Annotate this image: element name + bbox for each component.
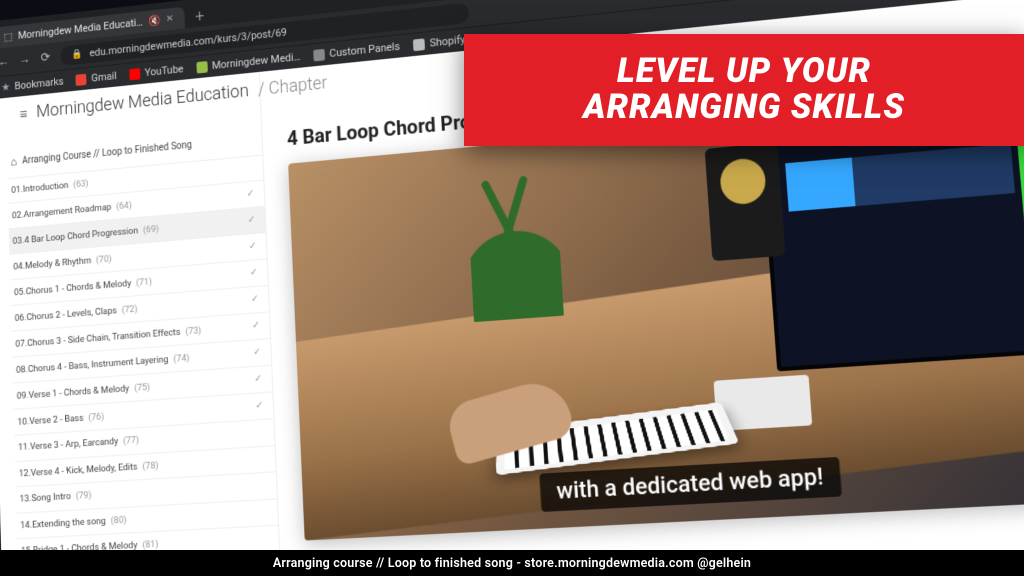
check-icon: ✓ xyxy=(247,189,255,201)
bookmark-favicon xyxy=(196,61,207,74)
lesson-sidebar: ⌂ Arranging Course // Loop to Finished S… xyxy=(0,72,283,576)
bookmark-label: YouTube xyxy=(144,63,183,79)
lock-icon: 🔒 xyxy=(71,48,82,59)
lesson-count: (76) xyxy=(88,411,104,423)
bookmark-item[interactable]: YouTube xyxy=(129,63,184,81)
bookmark-label: Bookmarks xyxy=(14,75,63,92)
breadcrumb-text: Arranging Course // Loop to Finished Son… xyxy=(22,140,192,167)
bookmark-favicon xyxy=(313,48,325,61)
tab-mute-icon[interactable]: 🔇 xyxy=(148,14,161,28)
check-icon: ✓ xyxy=(250,267,258,279)
lesson-video[interactable]: with a dedicated web app! xyxy=(288,92,1024,541)
tab-close-icon[interactable]: ✕ xyxy=(166,14,174,25)
lesson-count: (70) xyxy=(96,253,112,265)
new-tab-button[interactable]: ＋ xyxy=(188,5,212,28)
bookmark-label: Shopify xyxy=(429,33,465,49)
bookmark-favicon xyxy=(76,73,87,85)
bookmark-label: Gmail xyxy=(91,70,117,85)
lesson-count: (74) xyxy=(173,352,189,364)
check-icon: ✓ xyxy=(248,215,256,227)
video-plant xyxy=(466,155,565,323)
check-icon: ✓ xyxy=(249,241,257,253)
bookmark-item[interactable]: Shopify xyxy=(413,33,466,51)
lesson-count: (73) xyxy=(185,325,201,337)
lesson-count: (63) xyxy=(73,178,89,190)
bookmark-favicon xyxy=(129,68,140,80)
lesson-count: (80) xyxy=(111,514,127,526)
video-speaker xyxy=(705,142,786,261)
lesson-count: (79) xyxy=(76,490,92,502)
video-daw-screen xyxy=(761,114,1024,372)
bookmarks-star-icon: ★ xyxy=(1,81,10,94)
forward-icon[interactable]: → xyxy=(18,52,31,66)
check-icon: ✓ xyxy=(254,374,262,386)
bookmark-label: Custom Panels xyxy=(329,40,400,60)
reload-icon[interactable]: ⟳ xyxy=(39,50,52,64)
lesson-count: (71) xyxy=(136,276,152,288)
bookmark-item[interactable]: Gmail xyxy=(76,70,117,86)
banner-line1: Level up your xyxy=(617,54,871,90)
bookmark-item[interactable]: ★ Bookmarks xyxy=(1,75,63,94)
lesson-count: (72) xyxy=(122,304,138,316)
bookmark-favicon xyxy=(413,38,425,51)
lesson-count: (77) xyxy=(123,435,139,447)
promo-banner: Level up your arranging skills xyxy=(464,34,1024,146)
lesson-count: (78) xyxy=(142,460,158,472)
tab-favicon: ⬚ xyxy=(3,30,12,43)
back-icon[interactable]: ← xyxy=(0,55,10,69)
home-icon[interactable]: ⌂ xyxy=(10,155,17,169)
lesson-count: (75) xyxy=(134,382,150,394)
check-icon: ✓ xyxy=(253,347,261,359)
check-icon: ✓ xyxy=(255,400,263,412)
lesson-count: (69) xyxy=(143,223,159,235)
banner-line2: arranging skills xyxy=(583,90,905,126)
lesson-count: (64) xyxy=(116,200,132,212)
lesson-count: (81) xyxy=(142,539,158,551)
menu-icon[interactable]: ≡ xyxy=(20,105,28,123)
footer-credit: Arranging course // Loop to finished son… xyxy=(0,550,1024,576)
check-icon: ✓ xyxy=(252,320,260,332)
check-icon: ✓ xyxy=(251,294,259,306)
